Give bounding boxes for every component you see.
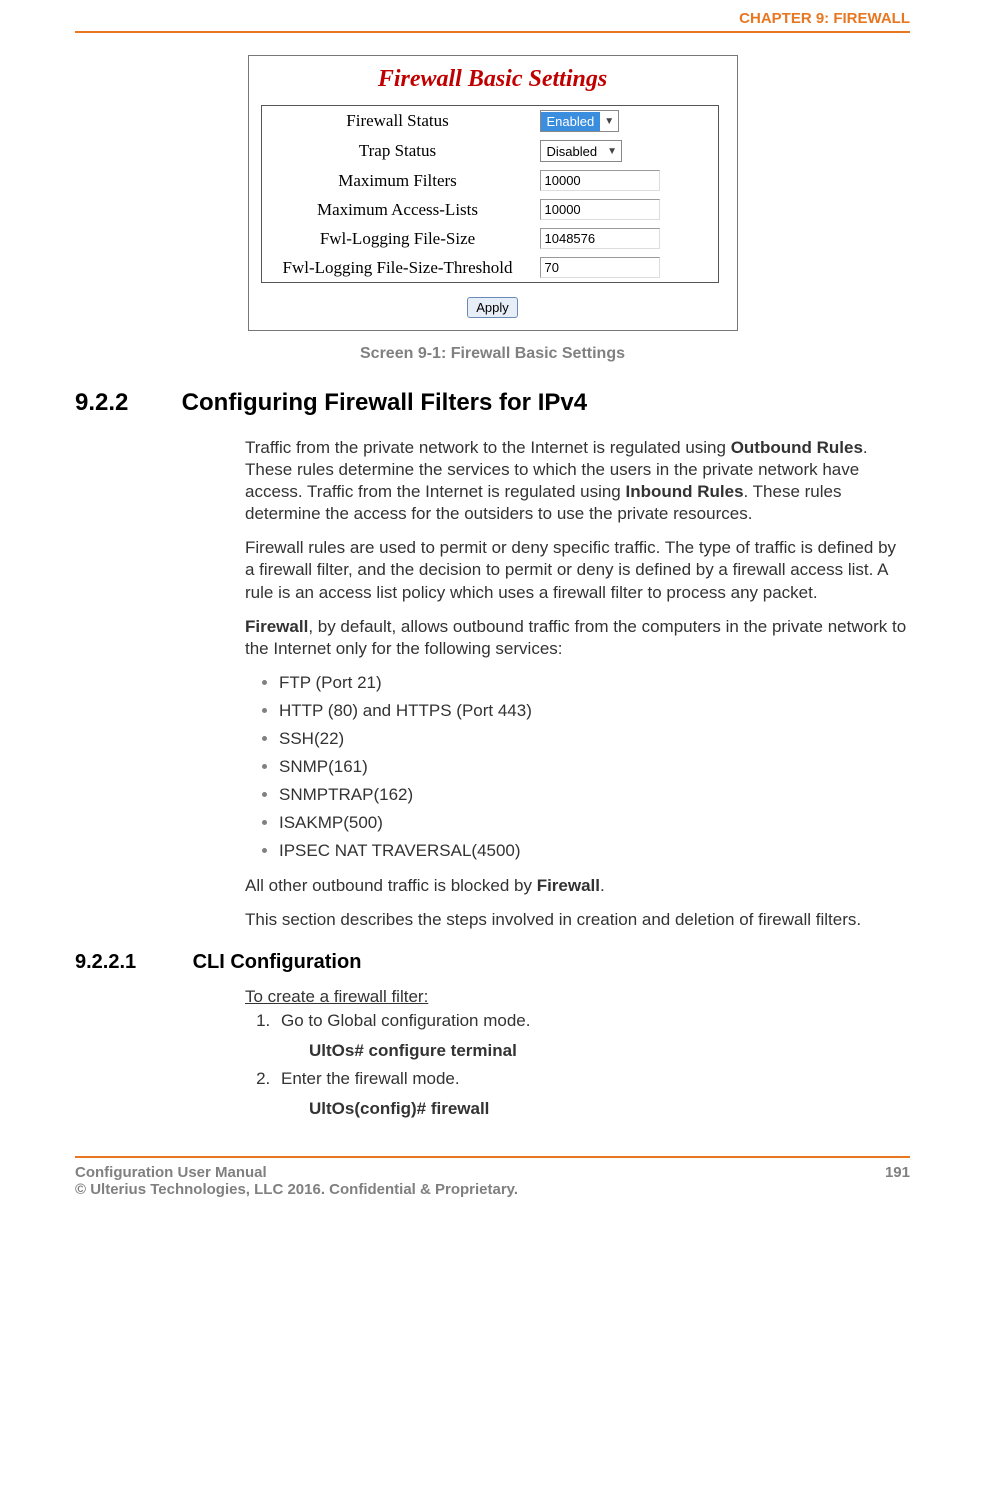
input-max-filters[interactable]: 10000 <box>540 170 660 191</box>
firewall-settings-table: Firewall Status Enabled ▼ Trap Status Di… <box>261 105 719 283</box>
list-item: HTTP (80) and HTTPS (Port 443) <box>279 700 910 722</box>
apply-button[interactable]: Apply <box>467 297 518 318</box>
header-rule <box>75 31 910 33</box>
row-max-filters: Maximum Filters 10000 <box>261 166 718 195</box>
panel-title: Firewall Basic Settings <box>251 58 735 97</box>
list-item: IPSEC NAT TRAVERSAL(4500) <box>279 840 910 862</box>
steps-list: Go to Global configuration mode. UltOs# … <box>245 1010 910 1120</box>
step-item: Enter the firewall mode. UltOs(config)# … <box>275 1068 910 1120</box>
list-item: FTP (Port 21) <box>279 672 910 694</box>
dropdown-firewall-status[interactable]: Enabled ▼ <box>540 110 620 132</box>
step-item: Go to Global configuration mode. UltOs# … <box>275 1010 910 1062</box>
footer-copyright: © Ulterius Technologies, LLC 2016. Confi… <box>75 1181 518 1198</box>
steps-intro: To create a firewall filter: <box>245 986 910 1008</box>
cli-command: UltOs# configure terminal <box>309 1040 910 1062</box>
dropdown-trap-status[interactable]: Disabled ▼ <box>540 140 623 162</box>
paragraph-outbound-inbound: Traffic from the private network to the … <box>245 437 910 525</box>
subsection-heading: 9.2.2.1 CLI Configuration <box>75 951 910 974</box>
dropdown-value: Enabled <box>541 112 601 131</box>
label-firewall-status: Firewall Status <box>261 106 534 137</box>
subsection-number: 9.2.2.1 <box>75 951 187 974</box>
label-max-access-lists: Maximum Access-Lists <box>261 195 534 224</box>
section-heading: 9.2.2 Configuring Firewall Filters for I… <box>75 389 910 417</box>
cli-command: UltOs(config)# firewall <box>309 1098 910 1120</box>
list-item: SNMP(161) <box>279 756 910 778</box>
list-item: SNMPTRAP(162) <box>279 784 910 806</box>
row-log-file-size: Fwl-Logging File-Size 1048576 <box>261 224 718 253</box>
paragraph-blocked: All other outbound traffic is blocked by… <box>245 875 910 897</box>
paragraph-default-services: Firewall, by default, allows outbound tr… <box>245 616 910 660</box>
row-firewall-status: Firewall Status Enabled ▼ <box>261 106 718 137</box>
dropdown-value: Disabled <box>541 144 604 159</box>
label-trap-status: Trap Status <box>261 136 534 166</box>
label-log-file-threshold: Fwl-Logging File-Size-Threshold <box>261 253 534 283</box>
row-max-access-lists: Maximum Access-Lists 10000 <box>261 195 718 224</box>
chapter-header: CHAPTER 9: FIREWALL <box>75 10 910 31</box>
input-max-access-lists[interactable]: 10000 <box>540 199 660 220</box>
page-number: 191 <box>885 1164 910 1198</box>
input-log-file-threshold[interactable]: 70 <box>540 257 660 278</box>
label-log-file-size: Fwl-Logging File-Size <box>261 224 534 253</box>
row-trap-status: Trap Status Disabled ▼ <box>261 136 718 166</box>
list-item: SSH(22) <box>279 728 910 750</box>
list-item: ISAKMP(500) <box>279 812 910 834</box>
services-list: FTP (Port 21) HTTP (80) and HTTPS (Port … <box>245 672 910 863</box>
row-log-file-threshold: Fwl-Logging File-Size-Threshold 70 <box>261 253 718 283</box>
paragraph-firewall-rules: Firewall rules are used to permit or den… <box>245 537 910 603</box>
section-number: 9.2.2 <box>75 389 175 417</box>
chevron-down-icon: ▼ <box>600 116 618 127</box>
section-title: Configuring Firewall Filters for IPv4 <box>182 389 587 416</box>
subsection-title: CLI Configuration <box>193 951 362 973</box>
chevron-down-icon: ▼ <box>603 146 621 157</box>
footer-rule <box>75 1156 910 1158</box>
paragraph-section-describe: This section describes the steps involve… <box>245 909 910 931</box>
figure-caption: Screen 9-1: Firewall Basic Settings <box>75 345 910 363</box>
label-max-filters: Maximum Filters <box>261 166 534 195</box>
firewall-settings-panel: Firewall Basic Settings Firewall Status … <box>248 55 738 331</box>
footer-manual-title: Configuration User Manual <box>75 1164 518 1181</box>
input-log-file-size[interactable]: 1048576 <box>540 228 660 249</box>
page-footer: Configuration User Manual © Ulterius Tec… <box>75 1164 910 1198</box>
